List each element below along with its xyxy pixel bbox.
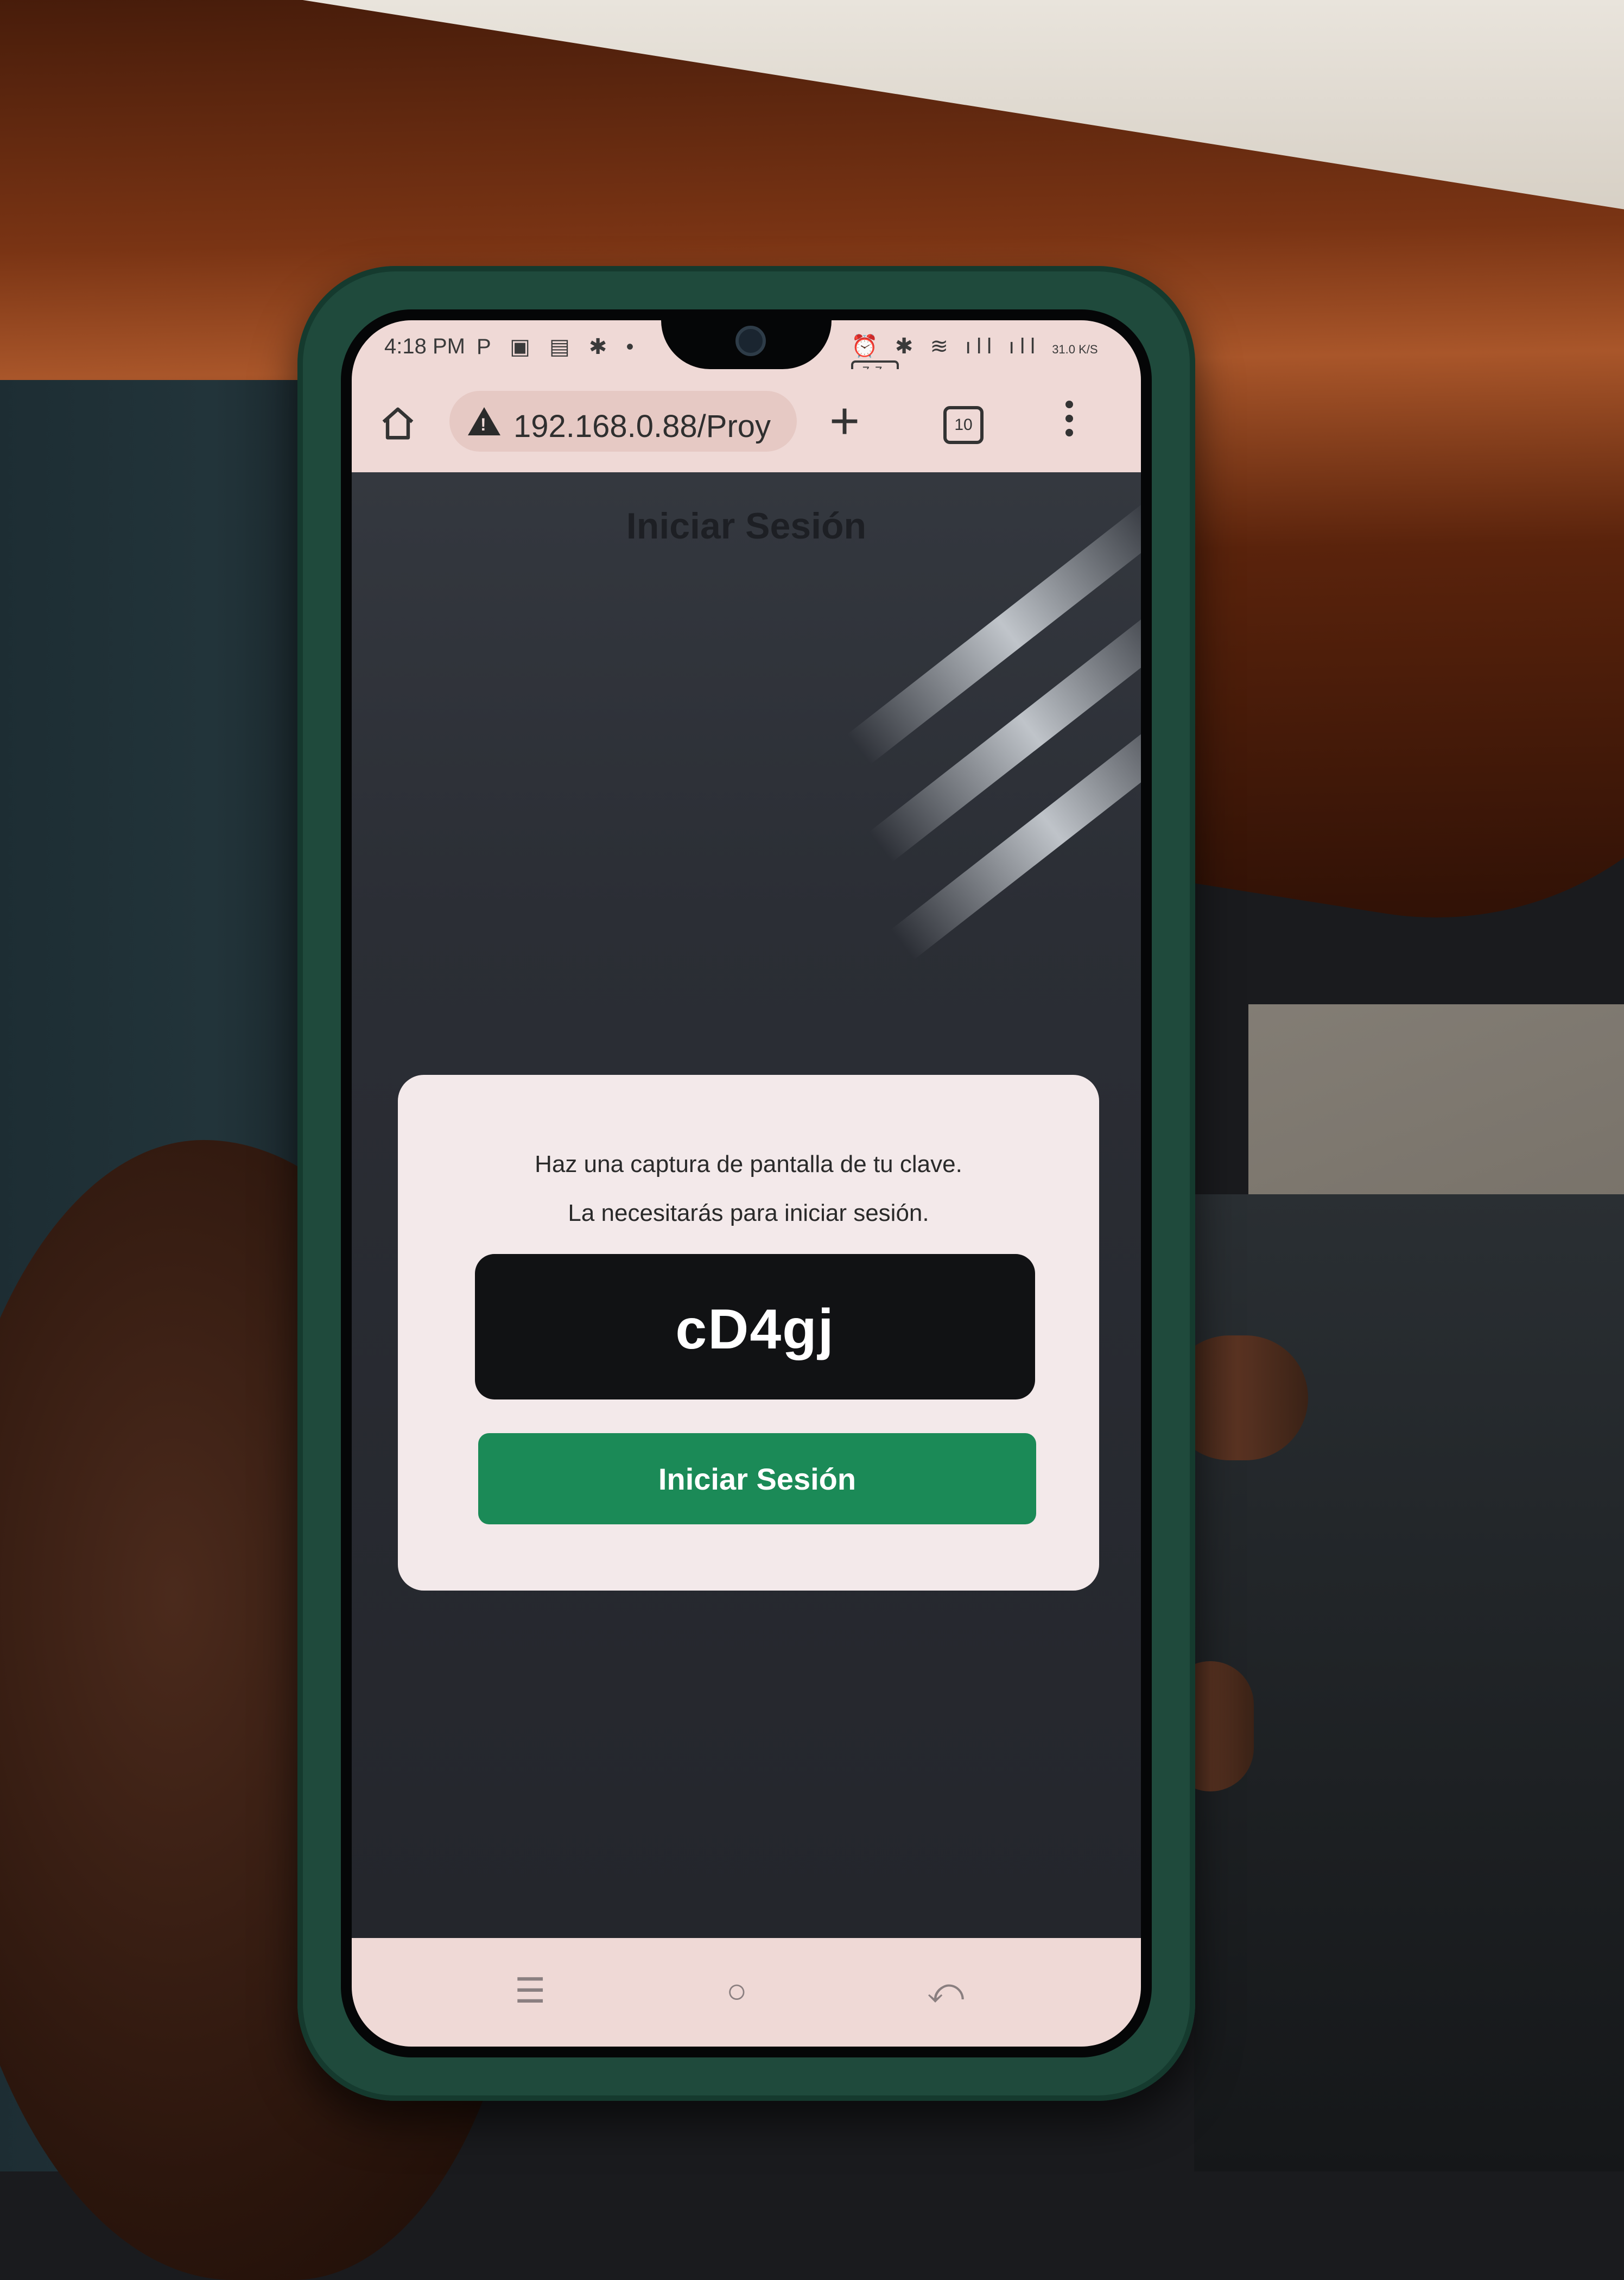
network-speed: 31.0 K/S [1052,343,1098,356]
page-title: Iniciar Sesión [626,505,867,547]
system-status-icons: ⏰ ✱ ≋ ıll ıll [851,334,1041,358]
modal-instruction: Haz una captura de pantalla de tu clave. [535,1151,962,1177]
phone: 4:18 PM P ▣ ▤ ✱ • ⏰ ✱ ≋ ıll ıll 31.0 K/S… [297,266,1195,2101]
navigation-bar: ☰ ○ ⤺ [352,1938,1141,2047]
url-text[interactable]: 192.168.0.88/Proy [513,408,771,445]
browser-toolbar: ! 192.168.0.88/Proy + 10 [352,369,1141,472]
login-button-label: Iniciar Sesión [658,1462,857,1496]
camera-icon [735,326,766,356]
key-box: cD4gj [475,1254,1035,1399]
url-bar[interactable]: ! 192.168.0.88/Proy [449,391,797,452]
status-time: 4:18 PM [384,334,465,358]
home-button-icon[interactable]: ○ [726,1971,747,2011]
notification-icons: P ▣ ▤ ✱ • [477,335,640,359]
phone-screen: 4:18 PM P ▣ ▤ ✱ • ⏰ ✱ ≋ ıll ıll 31.0 K/S… [352,320,1141,2047]
more-vert-icon[interactable] [1065,401,1074,443]
tabs-icon[interactable]: 10 [943,406,984,444]
plus-icon[interactable]: + [829,395,860,447]
recent-apps-icon[interactable]: ☰ [515,1971,545,2011]
access-key: cD4gj [675,1298,835,1361]
home-icon[interactable] [379,404,417,442]
modal-note: La necesitarás para iniciar sesión. [568,1200,929,1226]
warning-mark: ! [480,415,486,434]
notch [661,320,832,369]
key-modal: Haz una captura de pantalla de tu clave.… [398,1075,1099,1591]
login-button[interactable]: Iniciar Sesión [478,1433,1036,1524]
back-icon[interactable]: ⤺ [927,1971,964,2011]
phone-bezel: 4:18 PM P ▣ ▤ ✱ • ⏰ ✱ ≋ ıll ıll 31.0 K/S… [341,309,1152,2057]
web-page: Iniciar Sesión Haz una captura de pantal… [352,472,1141,1938]
